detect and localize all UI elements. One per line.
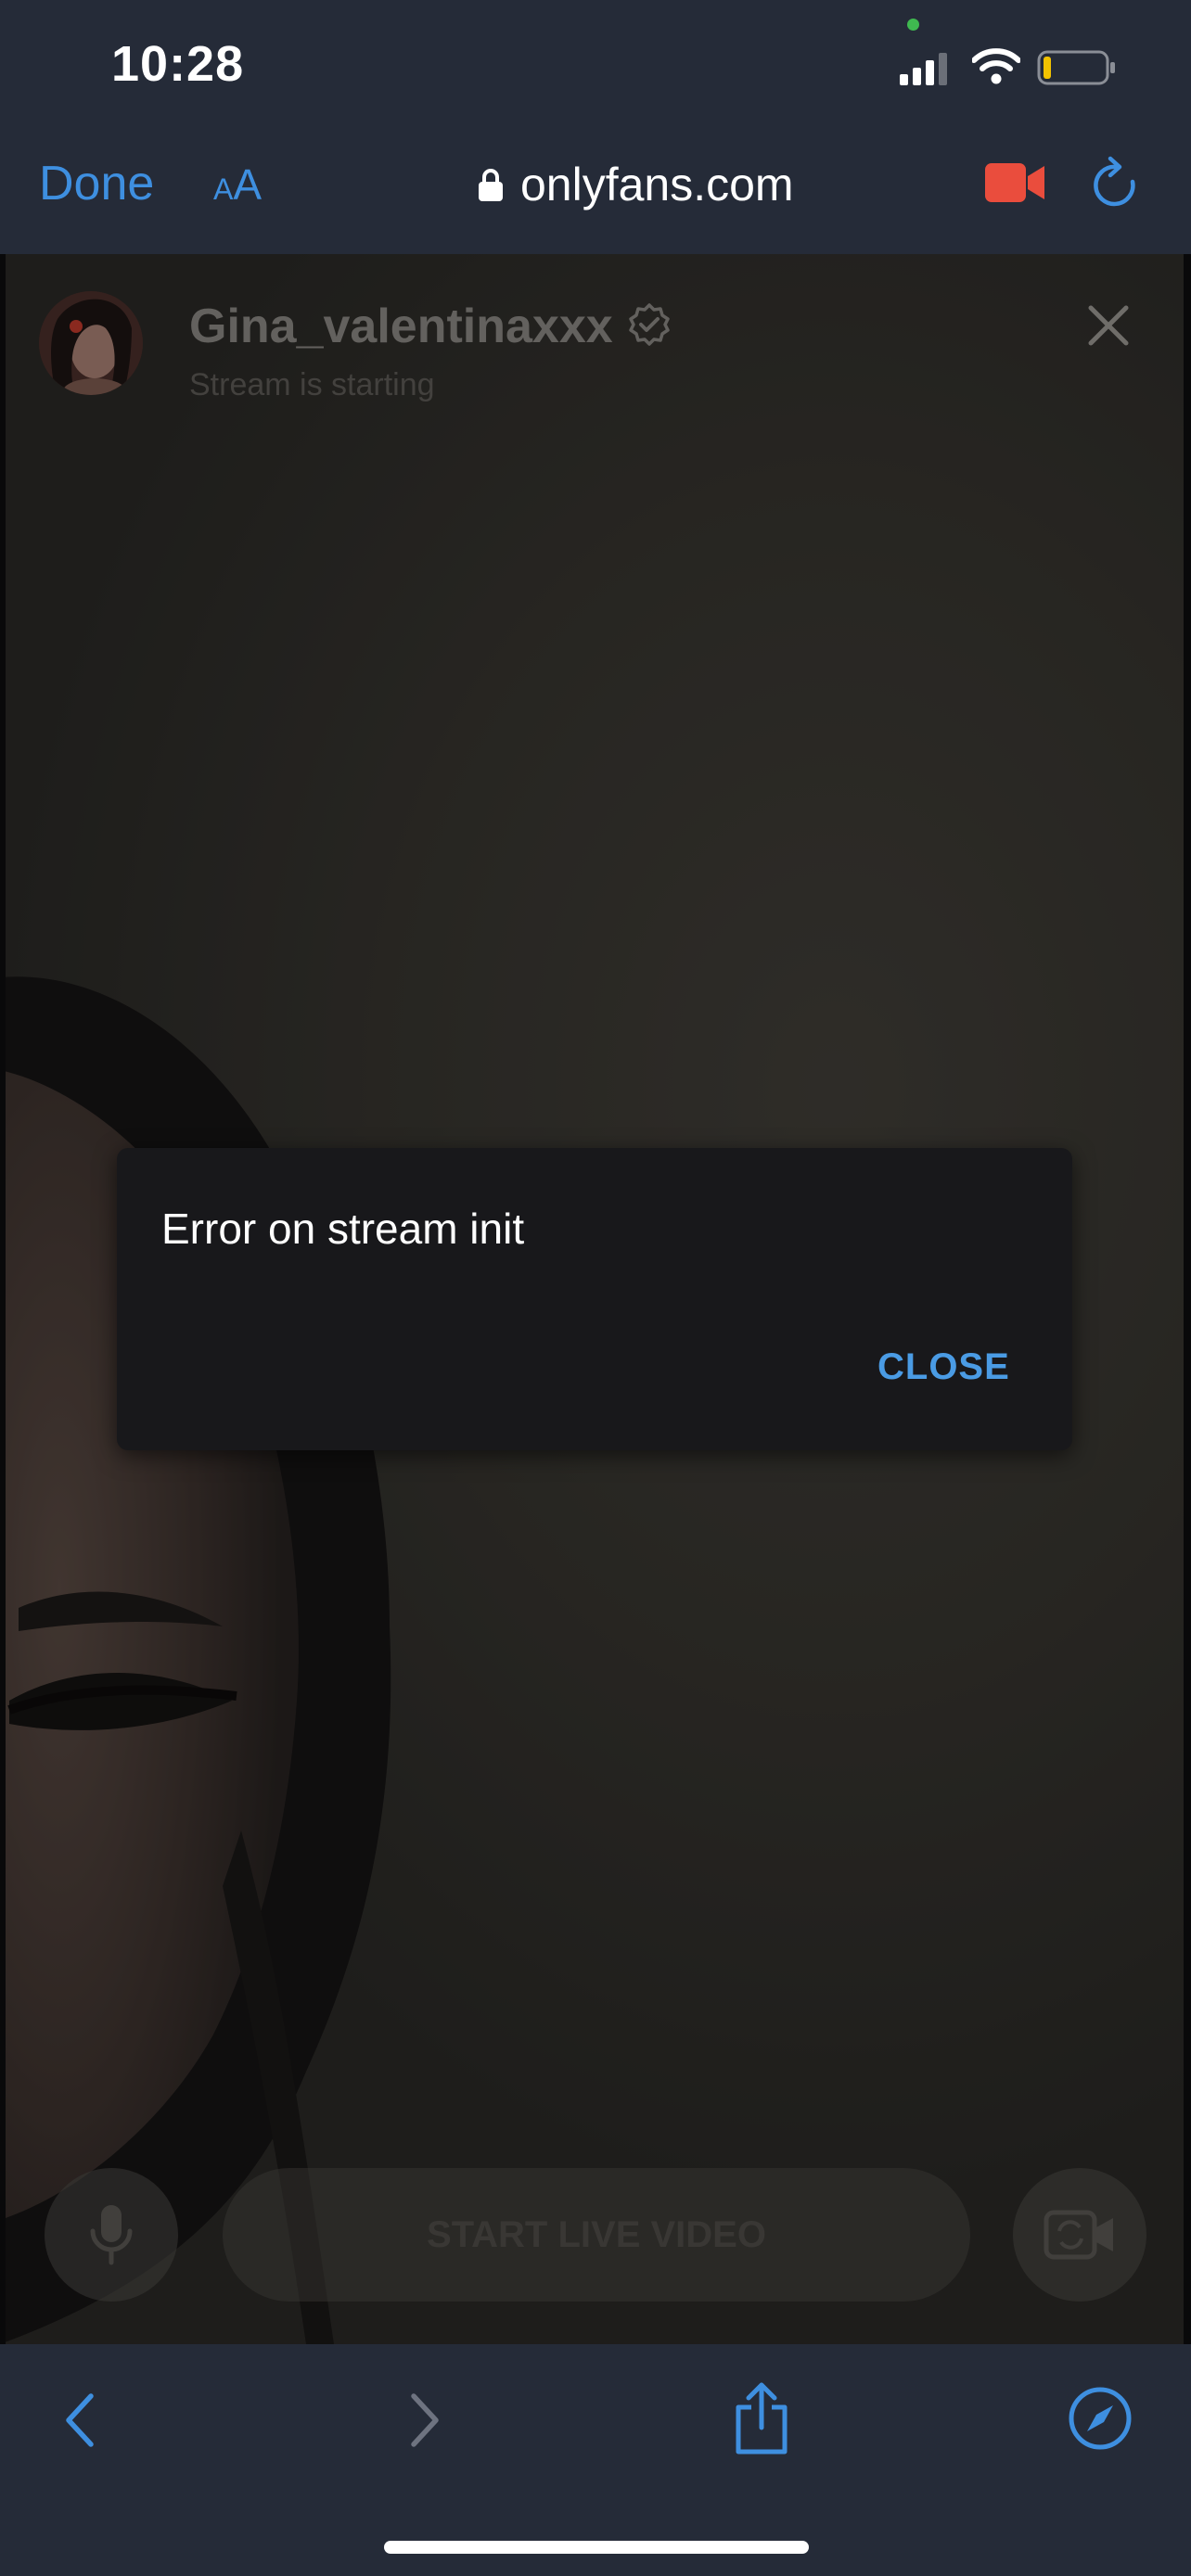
compass-icon[interactable]	[1067, 2385, 1133, 2452]
text-size-small-label: A	[213, 172, 234, 206]
url-text: onlyfans.com	[520, 159, 794, 210]
reload-icon[interactable]	[1090, 156, 1142, 211]
live-stream-view: Gina_valentinaxxx Stream is starting STA…	[0, 254, 1191, 2344]
status-time: 10:28	[111, 36, 245, 92]
home-indicator[interactable]	[384, 2541, 809, 2554]
error-message: Error on stream init	[161, 1205, 525, 1253]
cellular-signal-icon	[900, 53, 947, 85]
battery-icon	[1037, 50, 1115, 85]
text-size-big-label: A	[233, 160, 263, 209]
address-bar[interactable]: onlyfans.com	[478, 154, 794, 215]
lock-icon	[479, 169, 503, 201]
forward-icon[interactable]	[404, 2391, 445, 2450]
camera-in-use-icon[interactable]	[985, 161, 1046, 204]
done-button[interactable]: Done	[39, 156, 154, 211]
wifi-icon	[972, 48, 1020, 84]
text-size-button[interactable]: AA	[213, 159, 262, 210]
error-dialog: Error on stream init CLOSE	[117, 1148, 1072, 1450]
dialog-close-button[interactable]: CLOSE	[877, 1346, 1010, 1388]
share-icon[interactable]	[729, 2379, 794, 2457]
camera-in-use-indicator	[907, 19, 919, 31]
back-icon[interactable]	[59, 2391, 100, 2450]
